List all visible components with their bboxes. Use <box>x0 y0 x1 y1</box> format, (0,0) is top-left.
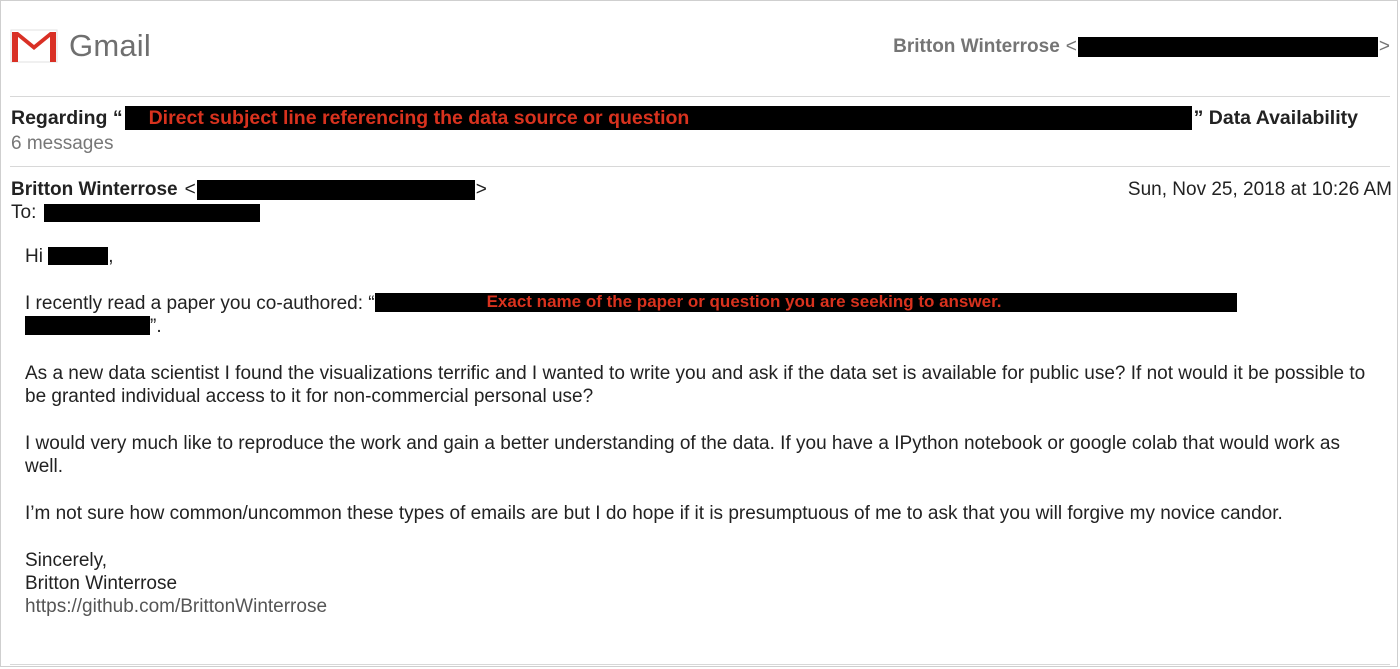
sender-name: Britton Winterrose <box>11 179 178 200</box>
footer-divider <box>10 664 1390 665</box>
paper-title-redaction: Exact name of the paper or question you … <box>374 292 1237 312</box>
paragraph-paper: I recently read a paper you co-authored:… <box>25 292 1370 338</box>
subject-redaction: Direct subject line referencing the data… <box>124 106 1192 130</box>
account-email: Britton Winterrose < > <box>893 36 1390 57</box>
message-count: 6 messages <box>11 133 114 154</box>
gmail-wordmark: Gmail <box>69 28 151 63</box>
paper-title-redaction-line2 <box>25 316 150 335</box>
signature-github-link[interactable]: https://github.com/BrittonWinterrose <box>25 595 1370 618</box>
header-divider <box>10 96 1390 97</box>
to-label: To: <box>11 202 37 223</box>
subject-divider <box>10 166 1390 167</box>
paragraph-closing-note: I’m not sure how common/uncommon these t… <box>25 503 1283 524</box>
paper-title-annotation: Exact name of the paper or question you … <box>486 292 1002 311</box>
paragraph-reproduce: I would very much like to reproduce the … <box>25 433 1340 477</box>
message-sender: Britton Winterrose < > <box>11 179 487 200</box>
greeting-name-redaction <box>48 247 109 265</box>
subject-suffix: ” Data Availability <box>1193 106 1358 129</box>
gmail-logo: Gmail <box>10 26 151 66</box>
subject-annotation: Direct subject line referencing the data… <box>148 107 690 129</box>
subject-prefix: Regarding “ <box>11 106 123 129</box>
recipient-email-redaction <box>44 204 261 222</box>
greeting-line: Hi , <box>25 246 114 267</box>
signature-closing: Sincerely, <box>25 550 108 571</box>
gmail-envelope-icon <box>10 29 58 63</box>
signature-name: Britton Winterrose <box>25 573 178 594</box>
message-date: Sun, Nov 25, 2018 at 10:26 AM <box>1127 179 1392 200</box>
paragraph-request: As a new data scientist I found the visu… <box>25 363 1366 407</box>
message-recipient: To: <box>11 202 261 224</box>
sender-email-redaction <box>196 180 475 200</box>
thread-subject: Regarding “ Direct subject line referenc… <box>11 106 1381 130</box>
message-body: Hi , I recently read a paper you co-auth… <box>25 245 1370 618</box>
account-name: Britton Winterrose <box>893 36 1060 57</box>
account-email-redaction <box>1077 37 1378 57</box>
